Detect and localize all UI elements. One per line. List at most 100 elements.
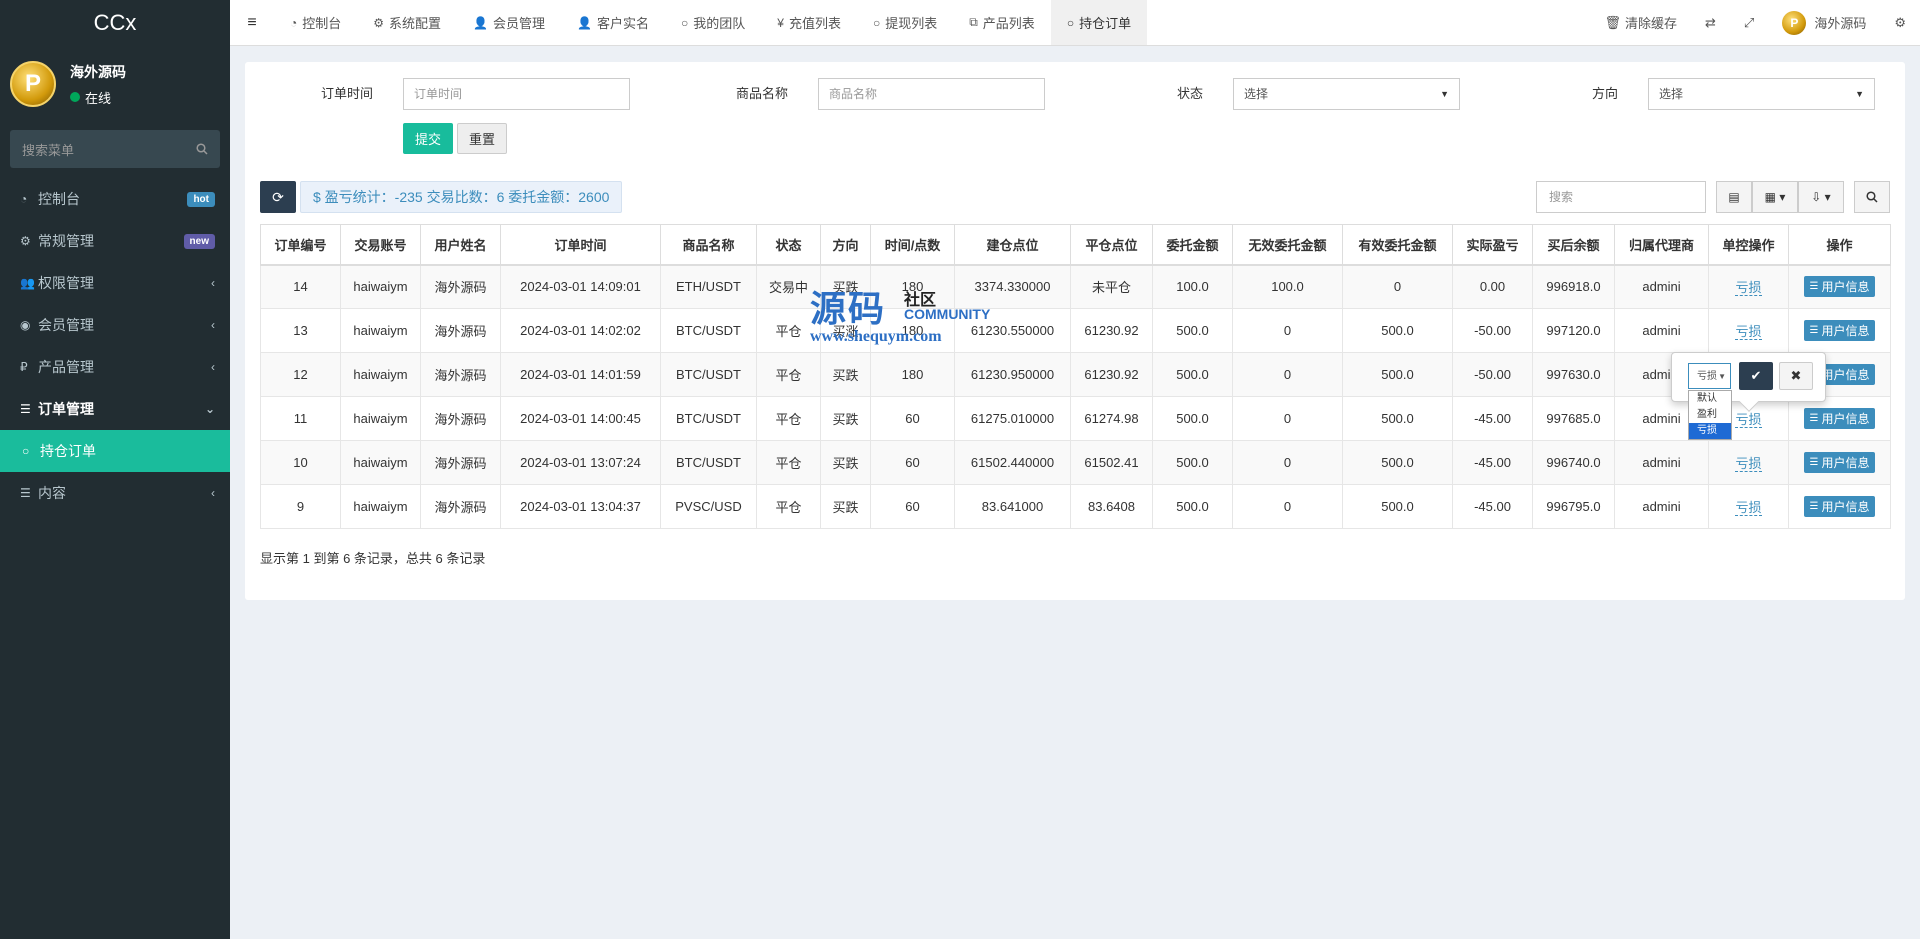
col-status[interactable]: 状态	[756, 224, 821, 266]
control-select[interactable]: 亏损 ▼	[1688, 363, 1731, 389]
export-button[interactable]: ⇩ ▾	[1798, 181, 1844, 213]
cell-balance: 997120.0	[1532, 308, 1615, 353]
user-info-label: 用户信息	[1821, 324, 1870, 338]
cancel-button[interactable]: ✖	[1779, 362, 1813, 390]
table-search-input[interactable]: 搜索	[1536, 181, 1706, 213]
cell-agent: admini	[1614, 440, 1709, 485]
chevron-left-icon: ‹	[211, 360, 215, 374]
fullscreen-icon[interactable]: ⤢	[1730, 15, 1768, 31]
col-time-points[interactable]: 时间/点数	[870, 224, 955, 266]
submit-button[interactable]: 提交	[403, 123, 453, 154]
top-nav: ≡ ◔ 控制台 ⚙ 系统配置 👤 会员管理 👤 客户实名 ○ 我的团队 ¥ 充值列表 ○ 提现…	[230, 0, 1920, 46]
dropdown-option[interactable]: 默认	[1689, 391, 1731, 407]
sidebar-item-orders[interactable]: ☰ 订单管理 ⌄	[0, 388, 230, 430]
settings-icon[interactable]: ⚙	[1880, 15, 1920, 31]
user-info-button[interactable]: ☰用户信息	[1803, 276, 1876, 298]
col-open-price[interactable]: 建仓点位	[954, 224, 1071, 266]
user-icon: 👤	[473, 15, 488, 30]
reset-button[interactable]: 重置	[457, 123, 507, 154]
sidebar-item-content[interactable]: ☰ 内容 ‹	[0, 472, 230, 514]
single-control-link[interactable]: 亏损	[1735, 280, 1762, 297]
cell-open-price: 61230.950000	[954, 352, 1071, 397]
control-dropdown: 默认 盈利 亏损	[1688, 390, 1732, 440]
tab-products[interactable]: ⧉ 产品列表	[953, 0, 1051, 45]
col-order-id[interactable]: 订单编号	[260, 224, 341, 266]
order-time-input[interactable]: 订单时间	[403, 78, 630, 110]
cell-valid-amount: 500.0	[1342, 352, 1453, 397]
dropdown-option[interactable]: 盈利	[1689, 407, 1731, 423]
tab-system-config[interactable]: ⚙ 系统配置	[357, 0, 457, 45]
col-actions[interactable]: 操作	[1788, 224, 1891, 266]
cell-account: haiwaiym	[340, 396, 421, 441]
toggle-view-button[interactable]: ▤	[1716, 181, 1752, 213]
status-select[interactable]: 选择 ▼	[1233, 78, 1460, 110]
cell-balance: 996918.0	[1532, 264, 1615, 309]
filter-form: 订单时间 订单时间 商品名称 商品名称 状态 选择 ▼ 方向 选择 ▼	[245, 78, 1905, 110]
sidebar-search-input[interactable]: 搜索菜单	[10, 130, 220, 168]
user-info-button[interactable]: ☰用户信息	[1803, 452, 1876, 473]
col-order-time[interactable]: 订单时间	[500, 224, 661, 266]
tab-realname[interactable]: 👤 客户实名	[561, 0, 665, 45]
search-icon[interactable]	[196, 143, 208, 155]
tab-dashboard[interactable]: ◔ 控制台	[274, 0, 357, 45]
dropdown-option-selected[interactable]: 亏损	[1689, 423, 1731, 439]
user-info-button[interactable]: ☰用户信息	[1803, 408, 1876, 429]
user-menu[interactable]: P 海外源码	[1768, 10, 1880, 35]
sidebar-item-general[interactable]: ⚙ 常规管理 new	[0, 220, 230, 262]
cell-valid-amount: 500.0	[1342, 308, 1453, 353]
table-row: 14 haiwaiym 海外源码 2024-03-01 14:09:01 ETH…	[260, 264, 1891, 309]
direction-select[interactable]: 选择 ▼	[1648, 78, 1875, 110]
sidebar-item-members[interactable]: ◉ 会员管理 ‹	[0, 304, 230, 346]
single-control-link[interactable]: 亏损	[1735, 412, 1762, 428]
tab-label: 会员管理	[493, 16, 546, 31]
cell-open-price: 83.641000	[954, 484, 1071, 529]
tab-label: 系统配置	[389, 16, 442, 31]
columns-button[interactable]: ▦ ▾	[1752, 181, 1798, 213]
col-close-price[interactable]: 平仓点位	[1070, 224, 1153, 266]
cell-valid-amount: 500.0	[1342, 440, 1453, 485]
sidebar-item-positions[interactable]: ○ 持仓订单	[0, 430, 230, 472]
tab-members[interactable]: 👤 会员管理	[457, 0, 561, 45]
tab-withdraw[interactable]: ○ 提现列表	[857, 0, 953, 45]
col-balance[interactable]: 买后余额	[1532, 224, 1615, 266]
dashboard-icon: ◔	[290, 15, 298, 30]
table-row: 9 haiwaiym 海外源码 2024-03-01 13:04:37 PVSC…	[260, 484, 1891, 529]
col-agent[interactable]: 归属代理商	[1614, 224, 1709, 266]
sidebar-item-permission[interactable]: 👥 权限管理 ‹	[0, 262, 230, 304]
advanced-search-button[interactable]	[1854, 181, 1890, 213]
col-account[interactable]: 交易账号	[340, 224, 421, 266]
col-single-control[interactable]: 单控操作	[1708, 224, 1789, 266]
table-header-row: 订单编号 交易账号 用户姓名 订单时间 商品名称 状态 方向 时间/点数 建仓点…	[260, 224, 1891, 266]
single-control-link[interactable]: 亏损	[1735, 456, 1762, 472]
col-direction[interactable]: 方向	[820, 224, 871, 266]
col-valid-amount[interactable]: 有效委托金额	[1342, 224, 1453, 266]
confirm-button[interactable]: ✔	[1739, 362, 1773, 390]
col-invalid-amount[interactable]: 无效委托金额	[1232, 224, 1343, 266]
list-icon: ☰	[1809, 325, 1819, 336]
user-info-label: 用户信息	[1821, 456, 1870, 470]
single-control-link[interactable]: 亏损	[1735, 500, 1762, 516]
cell-valid-amount: 0	[1342, 264, 1453, 309]
tab-positions[interactable]: ○ 持仓订单	[1050, 0, 1148, 45]
product-input[interactable]: 商品名称	[818, 78, 1045, 110]
cell-product: ETH/USDT	[660, 264, 757, 309]
cell-invalid-amount: 0	[1232, 352, 1343, 397]
col-actual-pnl[interactable]: 实际盈亏	[1452, 224, 1533, 266]
tab-team[interactable]: ○ 我的团队	[665, 0, 761, 45]
col-amount[interactable]: 委托金额	[1152, 224, 1233, 266]
menu-toggle-icon[interactable]: ≡	[230, 0, 274, 45]
refresh-button[interactable]: ⟳	[260, 181, 296, 213]
tab-recharge[interactable]: ¥ 充值列表	[761, 0, 857, 45]
cell-direction: 买跌	[820, 484, 871, 529]
user-name: 海外源码	[70, 63, 126, 80]
user-info-button[interactable]: ☰用户信息	[1803, 496, 1876, 517]
user-info-button[interactable]: ☰用户信息	[1803, 320, 1876, 341]
language-icon[interactable]: ⇄	[1691, 15, 1730, 31]
col-username[interactable]: 用户姓名	[420, 224, 501, 266]
clear-cache-button[interactable]: 🗑 清除缓存	[1590, 13, 1691, 32]
single-control-link[interactable]: 亏损	[1735, 324, 1762, 340]
app-logo[interactable]: CCx	[0, 0, 230, 46]
sidebar-item-dashboard[interactable]: ◔ 控制台 hot	[0, 178, 230, 220]
col-product[interactable]: 商品名称	[660, 224, 757, 266]
sidebar-item-products[interactable]: ₽ 产品管理 ‹	[0, 346, 230, 388]
